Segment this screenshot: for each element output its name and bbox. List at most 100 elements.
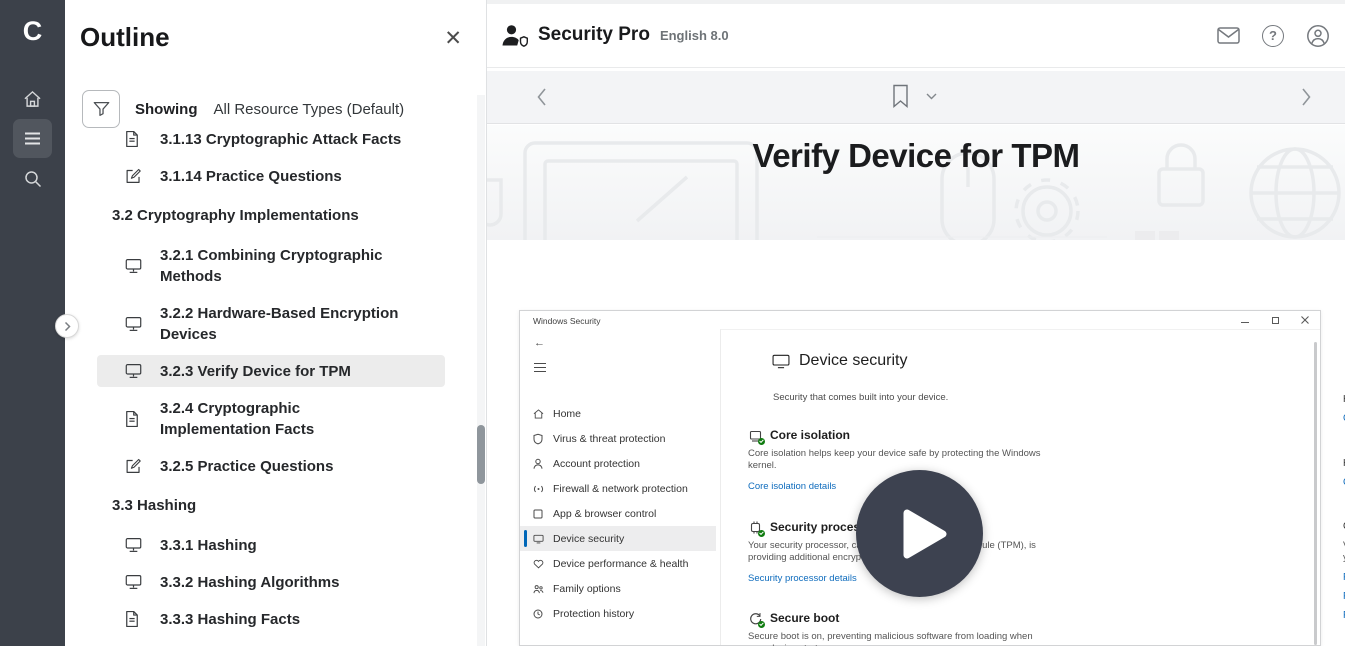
lesson-nav-bar <box>487 71 1345 124</box>
maximize-button[interactable] <box>1270 315 1280 325</box>
ws-nav-device-security[interactable]: Device security <box>520 526 716 551</box>
ws-nav-label: Account protection <box>553 458 640 470</box>
ws-nav-protection-history[interactable]: Protection history <box>520 601 716 626</box>
ws-section-title: Secure boot <box>770 611 839 625</box>
maximize-icon <box>1272 317 1279 324</box>
wireless-icon <box>533 484 544 494</box>
outline-item[interactable]: 3.3.3 Hashing Facts <box>97 603 445 635</box>
panel-collapse-button[interactable] <box>55 314 79 338</box>
previous-lesson-button[interactable] <box>536 87 547 107</box>
outline-list: 3.1.13 Cryptographic Attack Facts 3.1.14… <box>65 131 473 646</box>
shield-icon <box>533 433 543 444</box>
minimize-button[interactable] <box>1240 315 1250 325</box>
video-play-button[interactable] <box>856 470 983 597</box>
ws-section-title: Core isolation <box>770 428 850 442</box>
ws-nav-label: Virus & threat protection <box>553 433 665 445</box>
document-icon <box>125 131 139 148</box>
outline-item-label: 3.2.1 Combining Cryptographic Methods <box>160 245 412 287</box>
bookmark-button[interactable] <box>892 84 909 109</box>
ws-back-button[interactable]: ← <box>534 337 545 349</box>
outline-item[interactable]: 3.2.2 Hardware-Based Encryption Devices <box>97 297 445 350</box>
outline-panel: Outline ✕ Showing All Resource Types (De… <box>65 0 486 646</box>
outline-item[interactable]: 3.3.1 Hashing <box>97 529 445 561</box>
home-icon <box>23 90 42 108</box>
ws-window-controls <box>1240 315 1310 325</box>
chevron-right-icon <box>1301 87 1312 107</box>
menu-icon <box>24 132 41 145</box>
search-icon <box>24 170 42 188</box>
account-button[interactable] <box>1305 23 1331 49</box>
close-icon <box>1301 316 1309 324</box>
monitor-icon <box>125 574 142 590</box>
ws-nav-virus-threat[interactable]: Virus & threat protection <box>520 426 716 451</box>
history-clock-icon <box>533 609 543 619</box>
mail-icon <box>1217 27 1240 44</box>
close-outline-button[interactable]: ✕ <box>444 28 462 49</box>
monitor-icon <box>772 354 790 369</box>
monitor-icon <box>125 537 142 553</box>
security-processor-icon <box>749 521 762 534</box>
outline-item-label: 3.2.5 Practice Questions <box>160 456 333 477</box>
outline-item-label: 3.1.13 Cryptographic Attack Facts <box>160 131 401 150</box>
filter-button[interactable] <box>82 90 120 128</box>
outline-item-label: 3.3.3 Hashing Facts <box>160 609 300 630</box>
ws-nav-label: App & browser control <box>553 508 656 520</box>
monitor-icon <box>533 534 544 544</box>
lesson-banner: Verify Device for TPM <box>487 125 1345 240</box>
ws-page-heading: Device security <box>772 352 907 370</box>
ws-nav-label: Family options <box>553 583 621 595</box>
chevron-right-icon <box>64 321 71 332</box>
messages-button[interactable] <box>1215 23 1241 49</box>
outline-item-current[interactable]: 3.2.3 Verify Device for TPM <box>97 355 445 387</box>
lesson-title: Verify Device for TPM <box>487 137 1345 175</box>
search-button[interactable] <box>13 159 52 198</box>
help-icon: ? <box>1262 25 1284 47</box>
ws-page-title: Device security <box>799 352 907 370</box>
close-button[interactable] <box>1300 315 1310 325</box>
ws-page-subtitle: Security that comes built into your devi… <box>773 392 948 403</box>
ws-menu-button[interactable] <box>534 363 546 375</box>
course-heading: Security Pro English 8.0 <box>501 24 729 47</box>
core-isolation-details-link[interactable]: Core isolation details <box>748 481 836 492</box>
secure-boot-icon <box>749 612 762 625</box>
monitor-icon <box>125 363 142 379</box>
ws-nav-performance-health[interactable]: Device performance & health <box>520 551 716 576</box>
outline-item-label: 3.2.2 Hardware-Based Encryption Devices <box>160 303 412 345</box>
ws-scrollbar[interactable] <box>1314 342 1317 645</box>
outline-item[interactable]: 3.3.2 Hashing Algorithms <box>97 566 445 598</box>
outline-item-label: 3.3.2 Hashing Algorithms <box>160 572 339 593</box>
bookmark-icon <box>892 84 909 109</box>
outline-menu-button[interactable] <box>13 119 52 158</box>
ws-nav-home[interactable]: Home <box>520 401 716 426</box>
user-shield-icon <box>501 24 528 47</box>
bookmark-menu-button[interactable] <box>926 93 937 100</box>
ws-nav-account-protection[interactable]: Account protection <box>520 451 716 476</box>
security-processor-details-link[interactable]: Security processor details <box>748 573 857 584</box>
ws-nav-family-options[interactable]: Family options <box>520 576 716 601</box>
ws-section-core-isolation: Core isolation <box>749 428 850 442</box>
outline-filter-row: Showing All Resource Types (Default) <box>82 90 404 128</box>
ws-nav-firewall-network[interactable]: Firewall & network protection <box>520 476 716 501</box>
main-area: Security Pro English 8.0 ? <box>486 0 1345 646</box>
outline-item[interactable]: 3.2.5 Practice Questions <box>97 450 445 482</box>
outline-section-header: 3.3 Hashing <box>65 487 473 524</box>
outline-scrollbar-thumb[interactable] <box>477 425 485 484</box>
outline-item[interactable]: 3.1.14 Practice Questions <box>97 160 445 192</box>
ws-section-secure-boot: Secure boot <box>749 611 839 625</box>
funnel-icon <box>93 101 110 117</box>
outline-section-header: 3.2 Cryptography Implementations <box>65 197 473 234</box>
core-isolation-icon <box>749 429 762 442</box>
help-button[interactable]: ? <box>1260 23 1286 49</box>
next-lesson-button[interactable] <box>1301 87 1312 107</box>
document-icon <box>125 610 139 628</box>
ws-section-body: Secure boot is on, preventing malicious … <box>748 631 1044 646</box>
outline-item[interactable]: 3.1.13 Cryptographic Attack Facts <box>97 131 445 155</box>
outline-item[interactable]: 3.2.4 Cryptographic Implementation Facts <box>97 392 445 445</box>
ws-section-body: Core isolation helps keep your device sa… <box>748 448 1044 472</box>
home-button[interactable] <box>13 79 52 118</box>
outline-item[interactable]: 3.2.1 Combining Cryptographic Methods <box>97 239 445 292</box>
app-header: Security Pro English 8.0 ? <box>487 4 1345 68</box>
outline-item-label: 3.2.3 Verify Device for TPM <box>160 361 351 382</box>
ws-nav-app-browser[interactable]: App & browser control <box>520 501 716 526</box>
course-title: Security Pro <box>538 24 650 46</box>
